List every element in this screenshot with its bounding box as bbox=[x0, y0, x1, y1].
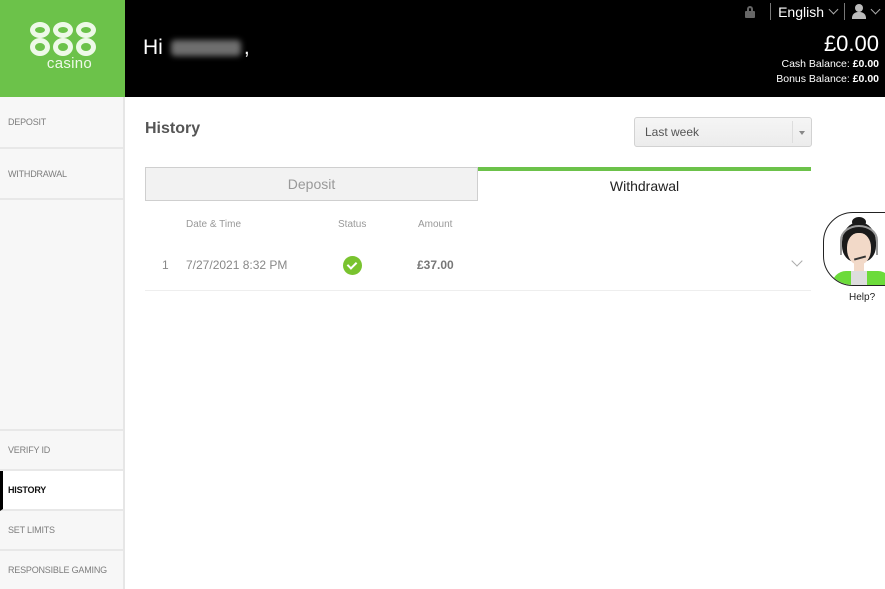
table-row[interactable]: 1 7/27/2021 8:32 PM £37.00 bbox=[145, 241, 811, 291]
sidebar-item-verify-id[interactable]: VERIFY ID bbox=[0, 431, 123, 471]
logo-888-mark bbox=[29, 21, 97, 56]
divider bbox=[844, 3, 845, 20]
column-header-datetime: Date & Time bbox=[186, 219, 242, 230]
language-selector[interactable]: English bbox=[778, 3, 839, 20]
user-menu[interactable] bbox=[852, 4, 881, 19]
language-label: English bbox=[778, 3, 824, 20]
sidebar-spacer bbox=[0, 200, 123, 431]
balance-total: £0.00 bbox=[823, 31, 879, 56]
row-index: 1 bbox=[162, 258, 169, 272]
sidebar-item-set-limits[interactable]: SET LIMITS bbox=[0, 511, 123, 551]
row-datetime: 7/27/2021 8:32 PM bbox=[186, 258, 288, 272]
top-bar: English bbox=[745, 3, 881, 20]
sidebar-item-deposit[interactable]: DEPOSIT bbox=[0, 97, 123, 149]
sidebar: DEPOSIT WITHDRAWAL VERIFY ID HISTORY SET… bbox=[0, 97, 125, 589]
chevron-down-icon[interactable] bbox=[791, 255, 803, 267]
balance-panel: £0.00 Cash Balance: £0.00 Bonus Balance:… bbox=[776, 31, 879, 87]
bonus-balance-value: £0.00 bbox=[852, 73, 879, 85]
sidebar-item-history[interactable]: HISTORY bbox=[0, 471, 123, 511]
user-icon bbox=[852, 4, 866, 19]
page-title: History bbox=[145, 120, 201, 137]
help-label[interactable]: Help? bbox=[849, 292, 875, 303]
logo-text: casino bbox=[46, 54, 93, 72]
tab-withdrawal[interactable]: Withdrawal bbox=[478, 167, 811, 201]
period-select[interactable]: Last week bbox=[634, 117, 812, 147]
column-header-status: Status bbox=[338, 219, 367, 230]
logo[interactable]: casino bbox=[0, 0, 125, 97]
chevron-down-icon bbox=[870, 4, 881, 15]
tab-deposit[interactable]: Deposit bbox=[145, 167, 478, 201]
bonus-balance: Bonus Balance: £0.00 bbox=[776, 73, 879, 85]
greeting-suffix: , bbox=[243, 36, 250, 59]
sidebar-item-withdrawal[interactable]: WITHDRAWAL bbox=[0, 149, 123, 200]
lock-icon bbox=[745, 5, 756, 18]
caret-down-icon bbox=[799, 131, 805, 135]
greeting: Hi , bbox=[143, 36, 250, 60]
cash-balance-value: £0.00 bbox=[852, 58, 879, 70]
column-header-amount: Amount bbox=[418, 219, 453, 230]
top-header: casino Hi , English £0.00 Cash Balance: … bbox=[0, 0, 885, 97]
greeting-prefix: Hi bbox=[143, 36, 163, 59]
sidebar-item-responsible-gaming[interactable]: RESPONSIBLE GAMING bbox=[0, 551, 123, 589]
blurred-username bbox=[170, 40, 241, 56]
chevron-down-icon bbox=[828, 4, 839, 15]
help-chat-button[interactable] bbox=[823, 212, 885, 286]
row-amount: £37.00 bbox=[417, 258, 454, 272]
period-select-value: Last week bbox=[645, 125, 700, 139]
cash-balance: Cash Balance: £0.00 bbox=[781, 58, 880, 70]
status-completed-icon bbox=[343, 256, 362, 275]
divider bbox=[770, 3, 772, 20]
support-agent-avatar bbox=[823, 212, 885, 286]
